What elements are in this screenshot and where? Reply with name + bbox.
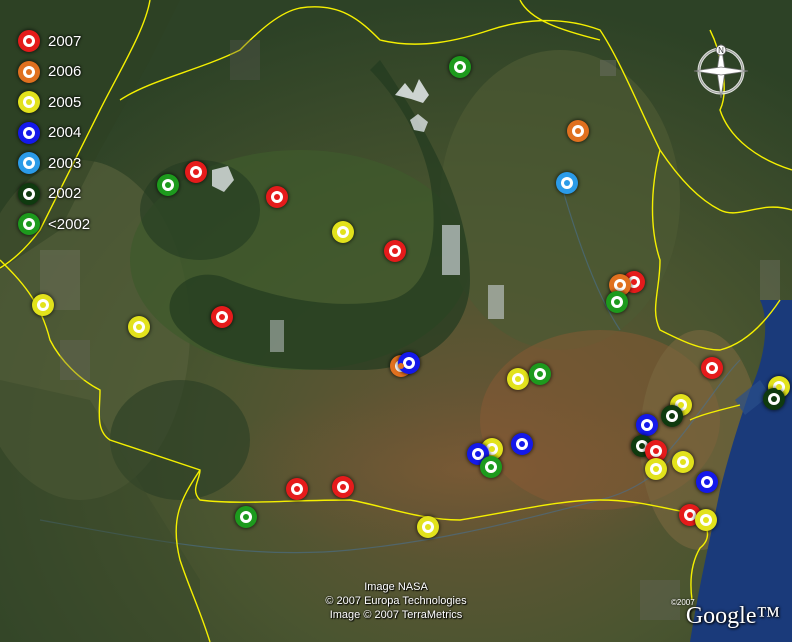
legend-label: <2002 <box>48 215 91 233</box>
placemark-icon[interactable] <box>511 433 533 455</box>
legend-label: 2002 <box>48 185 82 203</box>
legend-marker-icon <box>18 182 40 205</box>
legend-label: 2003 <box>48 154 82 172</box>
legend-item[interactable]: 2007 <box>14 26 124 57</box>
placemark-icon[interactable] <box>507 368 529 390</box>
map-view[interactable]: 2007 2006 2005 2004 2003 2002 <2002 N Image NA… <box>0 0 792 642</box>
placemark-icon[interactable] <box>636 414 658 436</box>
placemark-icon[interactable] <box>32 294 54 316</box>
legend-label: 2007 <box>48 32 82 50</box>
placemark-icon[interactable] <box>661 405 683 427</box>
placemark-icon[interactable] <box>266 186 288 208</box>
placemark-icon[interactable] <box>128 316 150 338</box>
legend-item[interactable]: 2002 <box>14 179 124 210</box>
placemark-icon[interactable] <box>567 120 589 142</box>
legend-marker-icon <box>18 121 40 144</box>
compass-north-label: N <box>718 46 724 55</box>
placemark-icon[interactable] <box>556 172 578 194</box>
credit-line-3: Image © 2007 TerraMetrics <box>329 609 463 621</box>
legend-label: 2005 <box>48 93 82 111</box>
placemark-icon[interactable] <box>529 363 551 385</box>
placemark-icon[interactable] <box>417 516 439 538</box>
legend-item[interactable]: <2002 <box>14 209 124 240</box>
placemark-icon[interactable] <box>645 458 667 480</box>
placemark-icon[interactable] <box>696 471 718 493</box>
placemark-icon[interactable] <box>384 240 406 262</box>
placemark-icon[interactable] <box>332 221 354 243</box>
placemark-icon[interactable] <box>763 388 785 410</box>
legend-marker-icon <box>18 60 40 83</box>
placemark-icon[interactable] <box>185 161 207 183</box>
legend-item[interactable]: 2005 <box>14 87 124 118</box>
credit-line-1: Image NASA <box>364 581 428 593</box>
placemark-icon[interactable] <box>235 506 257 528</box>
legend: 2007 2006 2005 2004 2003 2002 <2002 <box>14 26 124 240</box>
legend-marker-icon <box>18 91 40 114</box>
placemark-icon[interactable] <box>449 56 471 78</box>
legend-label: 2006 <box>48 63 82 81</box>
placemark-icon[interactable] <box>672 451 694 473</box>
legend-marker-icon <box>18 30 40 53</box>
legend-item[interactable]: 2006 <box>14 57 124 88</box>
placemark-icon[interactable] <box>695 509 717 531</box>
placemark-icon[interactable] <box>701 357 723 379</box>
placemark-icon[interactable] <box>211 306 233 328</box>
placemark-icon[interactable] <box>332 476 354 498</box>
legend-marker-icon <box>18 152 40 175</box>
placemark-icon[interactable] <box>286 478 308 500</box>
compass-icon[interactable]: N <box>690 40 752 102</box>
placemark-icon[interactable] <box>480 456 502 478</box>
placemark-icon[interactable] <box>157 174 179 196</box>
legend-item[interactable]: 2004 <box>14 118 124 149</box>
legend-label: 2004 <box>48 124 82 142</box>
legend-item[interactable]: 2003 <box>14 148 124 179</box>
legend-marker-icon <box>18 213 40 236</box>
placemark-icon[interactable] <box>606 291 628 313</box>
google-logo: Google™ <box>685 603 780 629</box>
